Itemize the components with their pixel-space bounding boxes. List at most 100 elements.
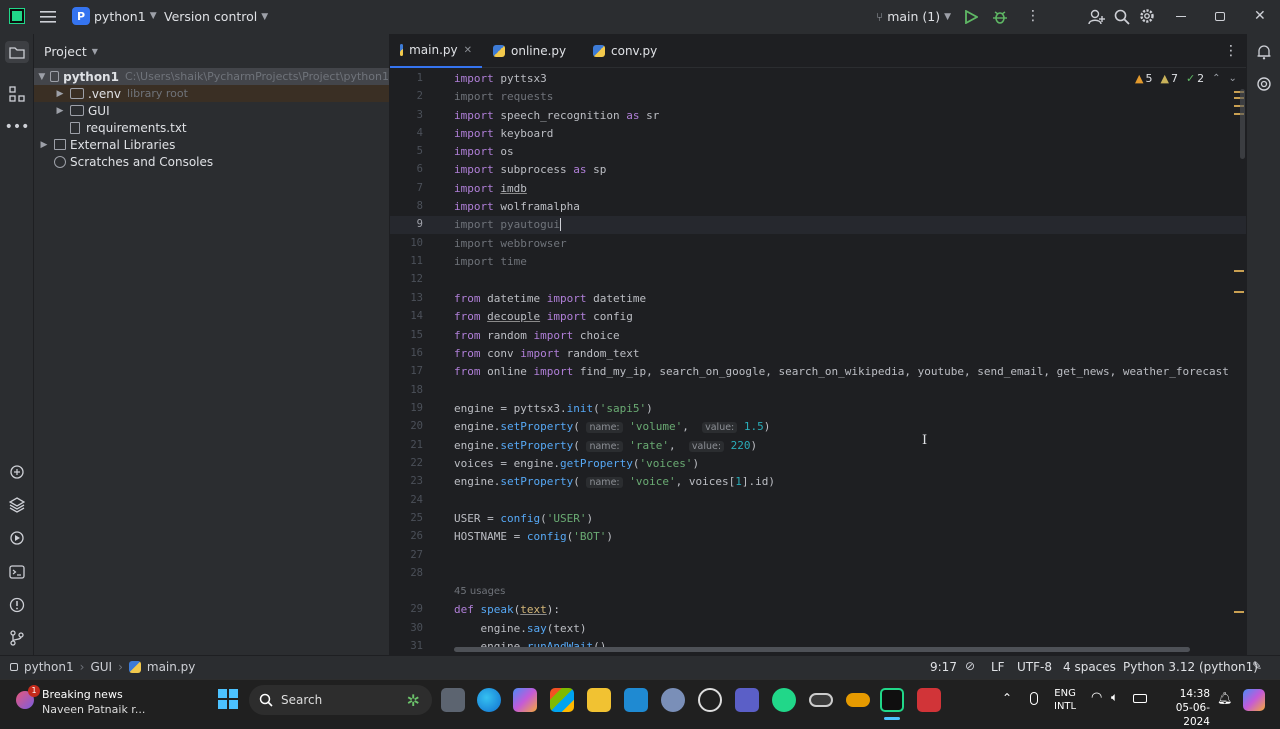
breadcrumb-item[interactable]: GUI: [90, 660, 112, 674]
microphone-icon[interactable]: [1030, 692, 1038, 705]
vcs-menu[interactable]: Version control ▼: [164, 9, 268, 24]
task-view-icon[interactable]: [441, 688, 465, 712]
tray-chevron-up-icon[interactable]: ⌃: [1002, 691, 1012, 705]
project-panel-title: Project: [44, 44, 87, 59]
code-line: USER = config('USER'): [454, 512, 594, 525]
edge-icon[interactable]: [477, 688, 501, 712]
pycharm-edu-icon[interactable]: [772, 688, 796, 712]
line-number: 16: [410, 347, 423, 359]
copilot-tray-icon[interactable]: [1243, 689, 1265, 711]
infinity-app-icon[interactable]: [846, 693, 870, 707]
kebab-icon: ⋮: [1224, 43, 1238, 59]
loop-icon[interactable]: [809, 693, 833, 707]
terminal-tool-button[interactable]: [7, 562, 27, 582]
copilot-icon[interactable]: [513, 688, 537, 712]
tree-item-requirements[interactable]: requirements.txt: [34, 119, 389, 136]
tab-main-py[interactable]: main.py ✕: [390, 34, 482, 68]
tree-item-label: GUI: [88, 103, 110, 118]
breadcrumb-item[interactable]: main.py: [147, 660, 196, 674]
vscode-icon[interactable]: [624, 688, 648, 712]
tab-conv-py[interactable]: conv.py: [583, 34, 667, 68]
lock-icon[interactable]: ✎: [1252, 659, 1262, 673]
pycharm-icon[interactable]: [880, 688, 904, 712]
python-packages-button[interactable]: [7, 462, 27, 482]
notification-bell-icon[interactable]: 🔔︎: [1217, 691, 1232, 705]
layers-tool-button[interactable]: [7, 495, 27, 515]
project-tool-button[interactable]: [5, 41, 29, 63]
caret-position[interactable]: 9:17: [930, 660, 957, 674]
r-app-icon[interactable]: [661, 688, 685, 712]
error-stripe-mark[interactable]: [1234, 270, 1244, 272]
more-tools-button[interactable]: •••: [5, 117, 30, 137]
chevron-right-icon: ▶: [56, 88, 64, 99]
breadcrumb-item[interactable]: python1: [24, 660, 74, 674]
settings-button[interactable]: [1139, 8, 1155, 24]
clock[interactable]: 14:38 05-06-2024: [1158, 687, 1210, 729]
close-button[interactable]: ✕: [1254, 8, 1266, 24]
line-number: 26: [410, 530, 423, 542]
ai-assistant-button[interactable]: [1254, 74, 1274, 94]
battery-icon[interactable]: [1133, 694, 1147, 703]
tree-item-venv[interactable]: ▶ .venv library root: [34, 85, 389, 102]
file-encoding[interactable]: UTF-8: [1017, 660, 1052, 674]
branch-switcher[interactable]: ⑂ main (1) ▼: [876, 9, 951, 24]
restore-button[interactable]: [1215, 12, 1225, 21]
taskbar-search[interactable]: Search ✲: [249, 685, 432, 715]
tree-item-gui[interactable]: ▶ GUI: [34, 102, 389, 119]
language-indicator[interactable]: ENG INTL: [1054, 687, 1076, 713]
services-tool-button[interactable]: [7, 528, 27, 548]
layers-icon: [9, 497, 25, 513]
news-widget[interactable]: 1 Breaking news Naveen Patnaik r...: [14, 685, 154, 717]
line-number: 5: [416, 145, 423, 157]
close-tab-icon[interactable]: ✕: [464, 45, 472, 56]
problems-tool-button[interactable]: [7, 595, 27, 615]
vertical-scrollbar-thumb[interactable]: [1240, 89, 1245, 159]
debug-button[interactable]: [992, 9, 1008, 25]
volume-icon[interactable]: 🔈︎: [1111, 690, 1118, 705]
run-button[interactable]: [964, 10, 978, 24]
code-line: import subprocess as sp: [454, 163, 607, 176]
git-branch-icon: [10, 630, 24, 646]
project-badge: P: [72, 7, 90, 25]
usages-hint[interactable]: 45 usages: [454, 586, 505, 597]
inspection-widget[interactable]: ▲ 5 ▲ 7 ✓ 2 ⌃ ⌄: [1135, 72, 1237, 85]
error-stripe-mark[interactable]: [1234, 291, 1244, 293]
structure-tool-button[interactable]: [7, 84, 27, 104]
python-interpreter[interactable]: Python 3.12 (python1): [1123, 660, 1258, 674]
store-icon[interactable]: [550, 688, 574, 712]
tab-options-button[interactable]: ⋮: [1224, 43, 1238, 59]
chevron-up-icon[interactable]: ⌃: [1212, 73, 1220, 84]
line-separator[interactable]: LF: [991, 660, 1005, 674]
wifi-icon[interactable]: ◠: [1091, 690, 1102, 705]
tree-item-hint: library root: [127, 87, 188, 100]
notifications-button[interactable]: [1254, 42, 1274, 62]
tree-item-scratches[interactable]: Scratches and Consoles: [34, 153, 389, 170]
branch-icon: ⑂: [876, 9, 884, 24]
git-tool-button[interactable]: [7, 628, 27, 648]
search-icon: [1114, 9, 1130, 25]
snipping-tool-icon[interactable]: [917, 688, 941, 712]
chevron-down-icon[interactable]: ⌄: [1229, 73, 1237, 84]
start-button[interactable]: [218, 689, 238, 709]
error-stripe-mark[interactable]: [1234, 611, 1244, 613]
project-panel-header[interactable]: Project ▼: [44, 44, 98, 59]
tree-item-external-libraries[interactable]: ▶ External Libraries: [34, 136, 389, 153]
main-menu-button[interactable]: [40, 10, 56, 24]
code-with-me-button[interactable]: [1088, 9, 1106, 25]
clock-date: 05-06-2024: [1175, 702, 1210, 728]
ok-count: 2: [1197, 72, 1205, 85]
project-switcher[interactable]: P python1 ▼: [72, 7, 157, 25]
tab-online-py[interactable]: online.py: [483, 34, 576, 68]
chatgpt-icon[interactable]: [698, 688, 722, 712]
more-actions-button[interactable]: ⋮: [1026, 9, 1040, 23]
ai-assistant-icon: [1257, 77, 1271, 91]
minimize-button[interactable]: [1176, 16, 1186, 17]
horizontal-scrollbar-thumb[interactable]: [454, 647, 1190, 652]
read-only-toggle-icon[interactable]: ⊘: [965, 659, 975, 673]
indent-setting[interactable]: 4 spaces: [1063, 660, 1116, 674]
code-editor[interactable]: 1 2 3 4 5 6 7 8 9 10 11 12 13 14 15 16 17 18 19 20 21 22 23 24 2…: [390, 69, 1246, 655]
file-explorer-icon[interactable]: [587, 688, 611, 712]
search-everywhere-button[interactable]: [1114, 9, 1130, 25]
tree-item-project-root[interactable]: ▼ python1 C:\Users\shaik\PycharmProjects…: [34, 68, 389, 85]
teams-icon[interactable]: [735, 688, 759, 712]
